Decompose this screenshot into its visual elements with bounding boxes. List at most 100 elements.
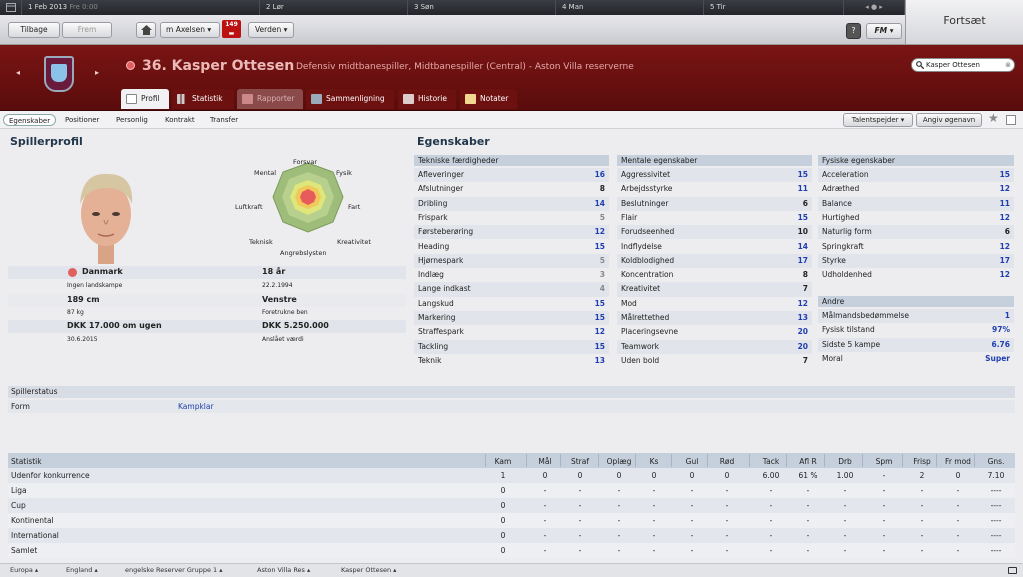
world-menu[interactable]: Verden ▾: [248, 22, 294, 38]
attribute-value: 6: [802, 198, 808, 208]
attribute-label: Målrettethed: [621, 313, 670, 322]
attribute-row: Markering 15: [414, 311, 609, 326]
stats-column-header[interactable]: Tack: [753, 455, 789, 468]
stats-column-header[interactable]: Rød: [711, 455, 743, 468]
stats-cell: 0: [500, 531, 506, 540]
attribute-label: Kreativitet: [621, 284, 661, 294]
mental-attributes: Mentale egenskaber Aggressivitet 15 Arbejd…: [617, 155, 812, 370]
attribute-row: Uden bold 7: [617, 354, 812, 368]
tab-historie[interactable]: Historie: [398, 89, 456, 109]
day-cell[interactable]: 4 Man: [556, 0, 704, 15]
day-cell[interactable]: 3 Søn: [408, 0, 556, 15]
continue-label: Fortsæt: [943, 14, 986, 27]
attribute-row: Kreativitet 7: [617, 282, 812, 297]
stats-column-header[interactable]: Ks: [639, 455, 669, 468]
tab-profil[interactable]: Profil: [121, 89, 169, 109]
tab-notater[interactable]: Notater: [460, 89, 517, 109]
stats-column-header[interactable]: Spm: [866, 455, 902, 468]
stats-cell: ----: [990, 501, 1002, 510]
breadcrumb-item[interactable]: England ▴: [66, 564, 98, 577]
breadcrumb-item[interactable]: Europa ▴: [10, 564, 38, 577]
clear-search-icon[interactable]: ⊗: [1005, 59, 1011, 71]
stats-column-header[interactable]: Afl R: [790, 455, 826, 468]
day-cell[interactable]: 5 Tir: [704, 0, 844, 15]
table-row[interactable]: Liga 0- - - - - - - - - - - - ----: [8, 483, 1015, 498]
stats-cell: -: [882, 471, 886, 480]
stats-cell: -: [920, 486, 924, 495]
stats-column-header[interactable]: Gns.: [978, 455, 1014, 468]
subtab-egenskaber[interactable]: Egenskaber: [3, 114, 57, 126]
status-value[interactable]: Kampklar: [178, 400, 214, 413]
attribute-row: Adræthed 12: [818, 182, 1014, 196]
stats-column-header[interactable]: Frisp: [906, 455, 938, 468]
table-row[interactable]: Kontinental 0- - - - - - - - - - - - ----: [8, 513, 1015, 528]
attribute-label: Koldblodighed: [621, 255, 675, 265]
stats-column-header[interactable]: Kam: [489, 455, 517, 468]
stats-column-header[interactable]: Straf: [564, 455, 596, 468]
nation[interactable]: Danmark: [82, 267, 123, 276]
stats-column-header[interactable]: Oplæg: [602, 455, 636, 468]
stats-column-header[interactable]: Statistik: [11, 455, 211, 468]
stats-cell: -: [690, 501, 694, 510]
add-to-list-icon[interactable]: [1006, 115, 1016, 125]
subtab-kontrakt[interactable]: Kontrakt: [165, 114, 195, 126]
subtab-personlig[interactable]: Personlig: [116, 114, 148, 126]
inbox-badge[interactable]: 149 ▬: [222, 20, 241, 38]
day-cell[interactable]: 2 Lør: [260, 0, 408, 15]
table-row[interactable]: Cup 0- - - - - - - - - - - - ----: [8, 498, 1015, 513]
attribute-label: Aggressivitet: [621, 170, 671, 179]
attribute-value: 4: [599, 284, 605, 294]
tab-statistik[interactable]: Statistik: [172, 89, 234, 109]
stats-cell: -: [769, 546, 773, 555]
home-button[interactable]: [136, 22, 156, 38]
help-button[interactable]: ?: [846, 23, 861, 39]
manager-menu[interactable]: m Axelsen ▾: [160, 22, 220, 38]
date-scroll-controls[interactable]: ◂ ● ▸: [844, 0, 905, 15]
stats-cell: -: [617, 546, 621, 555]
breadcrumb-item[interactable]: engelske Reserver Gruppe 1 ▴: [125, 564, 223, 577]
next-player-arrow[interactable]: ▸: [95, 68, 99, 77]
player-face-image: [80, 173, 133, 264]
radar-label-right: Fart: [348, 203, 361, 211]
stats-column-header[interactable]: Fr mod: [940, 455, 976, 468]
tab-label: Profil: [141, 94, 160, 103]
table-row[interactable]: International 0- - - - - - - - - - - - ----: [8, 528, 1015, 543]
table-row[interactable]: Samlet 0- - - - - - - - - - - - ----: [8, 543, 1015, 558]
current-date[interactable]: 1 Feb 2013 Fre 0:00: [22, 0, 260, 15]
subtab-positioner[interactable]: Positioner: [65, 114, 99, 126]
stats-column-header[interactable]: Mål: [530, 455, 560, 468]
scouts-button[interactable]: Talentspejder ▾: [843, 113, 913, 127]
radar-label-tr: Fysik: [336, 169, 352, 177]
column-divider: [936, 454, 937, 467]
back-button[interactable]: Tilbage: [8, 22, 60, 38]
radar-label-bottom: Angrebslysten: [280, 249, 327, 257]
star-icon[interactable]: ★: [988, 111, 999, 125]
forward-button[interactable]: Frem: [62, 22, 112, 38]
calendar-icon[interactable]: [0, 0, 22, 15]
fm-menu[interactable]: FM ▾: [866, 23, 902, 39]
stats-column-header[interactable]: Gul: [675, 455, 709, 468]
stats-cell: -: [806, 486, 810, 495]
stats-cell: -: [769, 516, 773, 525]
player-search-input[interactable]: Kasper Ottesen ⊗: [911, 58, 1015, 72]
status-header: Spillerstatus: [8, 386, 1015, 398]
continue-button[interactable]: Fortsæt: [905, 0, 1023, 45]
attribute-label: Frispark: [418, 212, 448, 222]
navigation-bar: Tilbage Frem m Axelsen ▾ 149 ▬ Verden ▾ ?…: [0, 15, 905, 45]
prev-player-arrow[interactable]: ◂: [16, 68, 20, 77]
table-row[interactable]: Udenfor konkurrence 1 0 0 0 0 0 0 6.00 61 % 1.00 - 2…: [8, 468, 1015, 483]
breadcrumb-item[interactable]: Kasper Ottesen ▴: [341, 564, 396, 577]
nickname-button[interactable]: Angiv øgenavn: [916, 113, 982, 127]
tab-sammenligning[interactable]: Sammenligning: [306, 89, 394, 109]
attribute-label: Hjørnespark: [418, 255, 464, 265]
forward-label: Frem: [77, 25, 97, 34]
subtab-transfer[interactable]: Transfer: [210, 114, 238, 126]
attribute-value: 15: [797, 170, 808, 179]
tab-rapporter[interactable]: Rapporter: [237, 89, 303, 109]
profile-title: Spillerprofil: [10, 135, 83, 148]
crumb-label: Aston Villa Res: [257, 566, 305, 574]
tab-label: Sammenligning: [326, 94, 385, 103]
window-toggle-icon[interactable]: [1008, 567, 1017, 574]
stats-column-header[interactable]: Drb: [828, 455, 862, 468]
breadcrumb-item[interactable]: Aston Villa Res ▴: [257, 564, 310, 577]
